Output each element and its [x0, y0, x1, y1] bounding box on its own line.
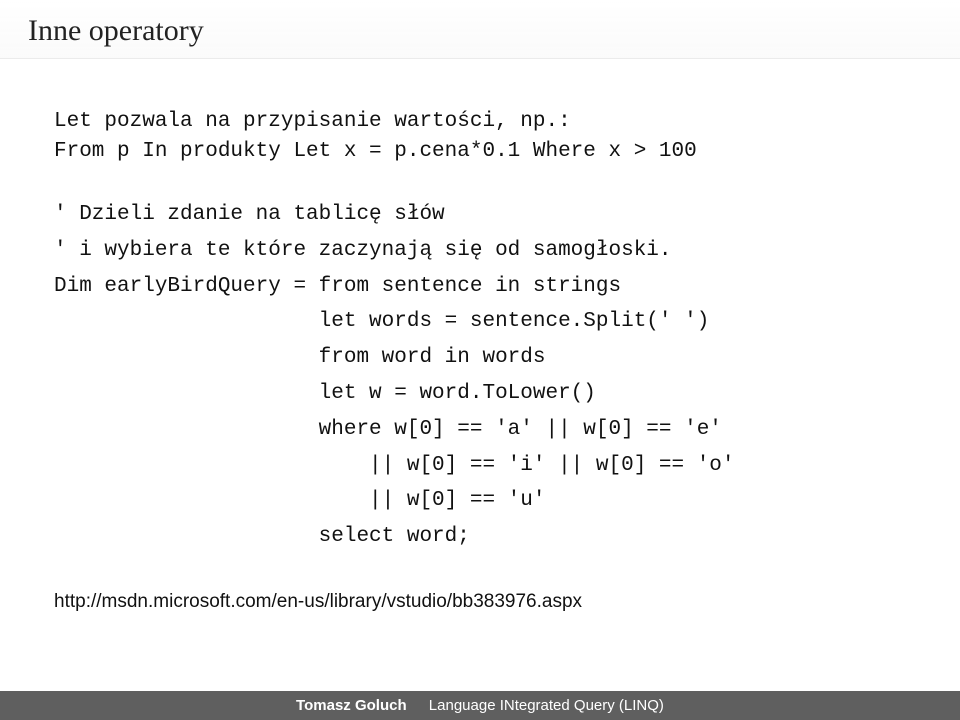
intro-text-1: Let pozwala na przypisanie wartości, np.… [54, 107, 906, 137]
code-line-2: let words = sentence.Split(' ') [54, 307, 906, 337]
code-line-8: select word; [54, 522, 906, 552]
footer-author: Tomasz Goluch [296, 697, 407, 714]
slide-content: Let pozwala na przypisanie wartości, np.… [0, 59, 960, 691]
footer-author-text: Tomasz Goluch [296, 697, 407, 714]
code-line-3: from word in words [54, 343, 906, 373]
code-comment-2: ' i wybiera te które zaczynają się od sa… [54, 236, 906, 266]
code-line-4: let w = word.ToLower() [54, 379, 906, 409]
footer-course: Language INtegrated Query (LINQ) [429, 697, 664, 714]
code-line-5: where w[0] == 'a' || w[0] == 'e' [54, 415, 906, 445]
code-comment-1: ' Dzieli zdanie na tablicę słów [54, 200, 906, 230]
code-line-7: || w[0] == 'u' [54, 486, 906, 516]
slide-title: Inne operatory [0, 0, 960, 59]
code-line-1: Dim earlyBirdQuery = from sentence in st… [54, 272, 906, 302]
code-line-6: || w[0] == 'i' || w[0] == 'o' [54, 451, 906, 481]
intro-text-2: From p In produkty Let x = p.cena*0.1 Wh… [54, 137, 906, 167]
slide: Inne operatory Let pozwala na przypisani… [0, 0, 960, 720]
reference-link: http://msdn.microsoft.com/en-us/library/… [54, 588, 906, 616]
spacer [54, 168, 906, 194]
slide-footer: Tomasz Goluch Language INtegrated Query … [0, 691, 960, 720]
